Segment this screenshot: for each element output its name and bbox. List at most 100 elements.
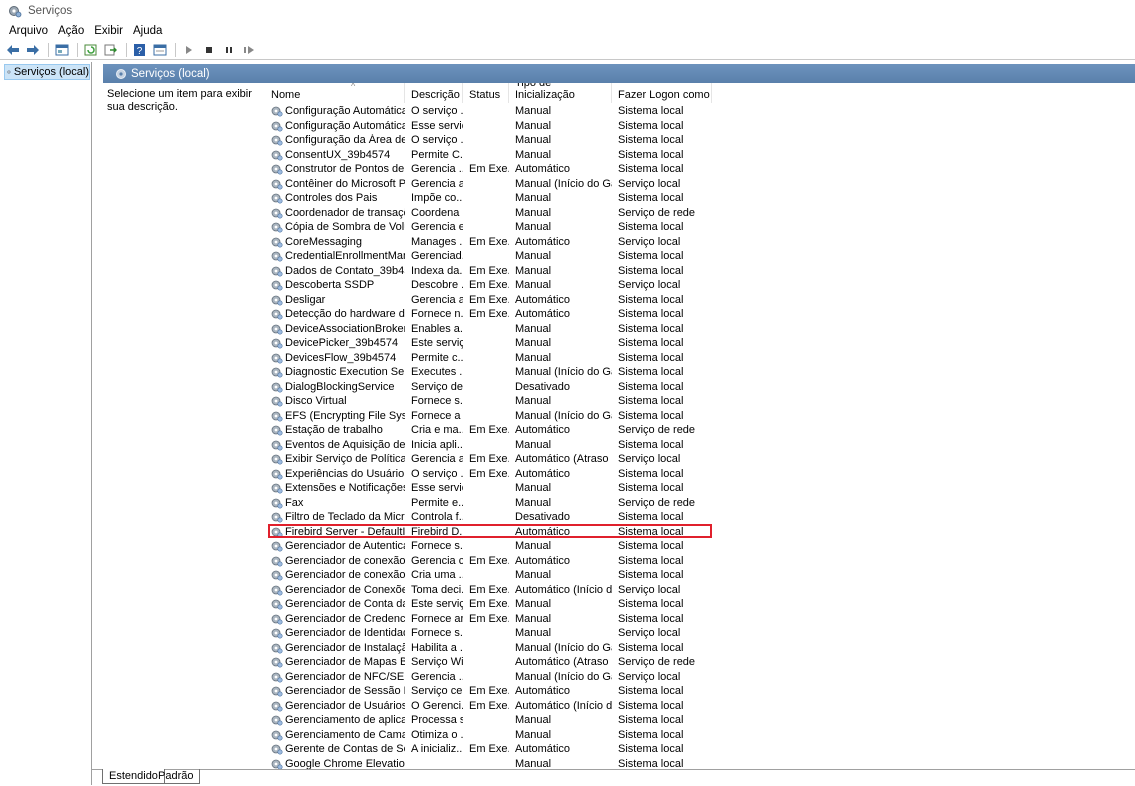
properties-icon[interactable] <box>151 42 169 58</box>
service-row[interactable]: Disco Virtual Fornece s... Manual Sistema l… <box>265 394 712 409</box>
service-description: Permite e... <box>411 496 463 509</box>
service-row[interactable]: DeviceAssociationBroker_39... Enables a..… <box>265 322 712 337</box>
service-row[interactable]: DialogBlockingService Serviço de... Desati… <box>265 380 712 395</box>
column-header-name[interactable]: ^ Nome <box>265 83 405 103</box>
service-row[interactable]: Gerenciador de Instalação d... Habilita a… <box>265 641 712 656</box>
tree-item-servicos-local[interactable]: Serviços (local) <box>4 64 90 80</box>
service-row[interactable]: Gerenciador de Mapas Baix... Serviço Wi..… <box>265 655 712 670</box>
service-row[interactable]: Descoberta SSDP Descobre ... Em Exe... Manu… <box>265 278 712 293</box>
service-row[interactable]: Configuração da Área de Tr... O serviço .… <box>265 133 712 148</box>
service-name: Gerenciador de Conexões d... <box>265 584 405 596</box>
service-description: Gerencia a... <box>411 453 463 466</box>
menu-acao[interactable]: Ação <box>53 25 89 37</box>
service-name-text: Disco Virtual <box>285 395 347 408</box>
service-row[interactable]: Dados de Contato_39b4574 Indexa da... Em E… <box>265 264 712 279</box>
service-row[interactable]: CoreMessaging Manages ... Em Exe... Automát… <box>265 235 712 250</box>
play-icon[interactable] <box>180 42 198 58</box>
service-row[interactable]: ConsentUX_39b4574 Permite C... Manual Siste… <box>265 148 712 163</box>
service-row[interactable]: Experiências do Usuário Co... O serviço .… <box>265 467 712 482</box>
service-name-text: Gerenciador de Usuários <box>285 699 405 712</box>
service-row[interactable]: Configuração Automática d... O serviço ..… <box>265 104 712 119</box>
service-row[interactable]: Gerente de Contas de Segur... A inicializ… <box>265 742 712 757</box>
back-icon[interactable] <box>4 42 22 58</box>
service-row[interactable]: Eventos de Aquisição de Im... Inicia apli… <box>265 438 712 453</box>
column-header-label: Status <box>469 89 501 101</box>
service-row[interactable]: Cópia de Sombra de Volume Gerencia e... Ma… <box>265 220 712 235</box>
pause-icon[interactable] <box>220 42 238 58</box>
service-logon-as: Sistema local <box>618 554 684 567</box>
service-startup-type: Manual <box>515 569 552 582</box>
service-logon-as: Sistema local <box>618 308 684 321</box>
service-row[interactable]: DevicesFlow_39b4574 Permite c... Manual Sis… <box>265 351 712 366</box>
service-row[interactable]: Gerenciador de NFC/SE e P... Gerencia ...… <box>265 670 712 685</box>
service-gear-icon <box>271 208 283 219</box>
service-row[interactable]: Gerenciador de conexão de ... Cria uma ..… <box>265 568 712 583</box>
menu-arquivo[interactable]: Arquivo <box>4 25 53 37</box>
service-logon-as: Sistema local <box>618 728 684 741</box>
column-header-logon-as[interactable]: Fazer Logon como <box>612 83 712 103</box>
column-header-label: Tipo de Inicialização <box>515 83 575 101</box>
stop-icon[interactable] <box>200 42 218 58</box>
service-name: Exibir Serviço de Política <box>265 453 405 465</box>
service-gear-icon <box>271 411 283 422</box>
services-header: Serviços (local) <box>103 64 1135 83</box>
service-row[interactable]: Construtor de Pontos de Ex... Gerencia ..… <box>265 162 712 177</box>
service-row[interactable]: CredentialEnrollmentMana... Gerenciad... M… <box>265 249 712 264</box>
service-row[interactable]: Gerenciador de Credenciais Fornece ar... E… <box>265 612 712 627</box>
service-gear-icon <box>271 628 283 639</box>
service-row[interactable]: EFS (Encrypting File System) Fornece a ..… <box>265 409 712 424</box>
service-row[interactable]: Gerenciador de Conta da W... Este serviç.… <box>265 597 712 612</box>
tab-padrao[interactable]: Padrão <box>152 769 201 784</box>
export-icon[interactable] <box>102 42 120 58</box>
service-row[interactable]: Gerenciador de Sessão Local Serviço ce...… <box>265 684 712 699</box>
service-row[interactable]: Configuração Automática d... Esse serviç.… <box>265 119 712 134</box>
column-header-description[interactable]: Descrição <box>405 83 463 103</box>
service-description: O serviço ... <box>411 134 463 147</box>
help-icon[interactable]: ? <box>131 42 149 58</box>
service-row[interactable]: Detecção do hardware do s... Fornece n...… <box>265 307 712 322</box>
service-logon-as: Serviço local <box>618 235 681 248</box>
service-row[interactable]: Gerenciamento de Camada... Otimiza o ... M… <box>265 728 712 743</box>
service-row[interactable]: Exibir Serviço de Política Gerencia a... E… <box>265 452 712 467</box>
menu-exibir[interactable]: Exibir <box>89 25 128 37</box>
service-gear-icon <box>271 237 283 248</box>
service-row[interactable]: DevicePicker_39b4574 Este serviç... Manual… <box>265 336 712 351</box>
service-name: Construtor de Pontos de Ex... <box>265 163 405 175</box>
service-description: Indexa da... <box>411 264 463 277</box>
service-gear-icon <box>271 556 283 567</box>
service-row[interactable]: Controles dos Pais Impõe co... Manual Siste… <box>265 191 712 206</box>
console-tree-icon[interactable] <box>53 42 71 58</box>
service-description: Coordena ... <box>411 206 463 219</box>
service-row[interactable]: Gerenciador de conexão de ... Gerencia c.… <box>265 554 712 569</box>
service-startup-type: Manual (Início do Ga... <box>515 409 612 422</box>
column-header-startup-type[interactable]: Tipo de Inicialização <box>509 83 612 103</box>
column-header-status[interactable]: Status <box>463 83 509 103</box>
service-row[interactable]: Extensões e Notificações da... Esse servi… <box>265 481 712 496</box>
service-row[interactable]: Gerenciador de Usuários O Gerenci... Em Ex… <box>265 699 712 714</box>
service-startup-type: Manual (Início do Ga... <box>515 177 612 190</box>
service-name-text: Configuração da Área de Tr... <box>285 134 405 147</box>
service-row[interactable]: Gerenciamento de aplicativo Processa s...… <box>265 713 712 728</box>
service-row[interactable]: Filtro de Teclado da Microsoft Controla f… <box>265 510 712 525</box>
service-row[interactable]: Estação de trabalho Cria e ma... Em Exe...… <box>265 423 712 438</box>
service-row[interactable]: Firebird Server - DefaultInst... Firebird… <box>265 523 712 540</box>
service-gear-icon <box>271 222 283 233</box>
menu-ajuda[interactable]: Ajuda <box>128 25 167 37</box>
forward-icon[interactable] <box>24 42 42 58</box>
service-row[interactable]: Contêiner do Microsoft Pas... Gerencia a.… <box>265 177 712 192</box>
service-startup-type: Automático <box>515 163 571 176</box>
service-row[interactable]: Fax Permite e... Manual Serviço de rede <box>265 496 712 511</box>
service-row[interactable]: Gerenciador de Autenticaçã... Fornece s..… <box>265 539 712 554</box>
service-row[interactable]: Gerenciador de Identidades ... Fornece s.… <box>265 626 712 641</box>
service-description: Fornece n... <box>411 308 463 321</box>
service-row[interactable]: Gerenciador de Conexões d... Toma deci...… <box>265 583 712 598</box>
service-row[interactable]: Coordenador de transações... Coordena ...… <box>265 206 712 221</box>
refresh-icon[interactable] <box>82 42 100 58</box>
service-row[interactable]: Diagnostic Execution Service Executes ...… <box>265 365 712 380</box>
resume-icon[interactable] <box>240 42 258 58</box>
service-row[interactable]: Desligar Gerencia a... Em Exe... Automático… <box>265 293 712 308</box>
service-row[interactable]: Google Chrome Elevation S... Manual Sistem… <box>265 757 712 769</box>
service-logon-as: Sistema local <box>618 612 684 625</box>
service-name-text: Diagnostic Execution Service <box>285 366 405 379</box>
service-name: Estação de trabalho <box>265 424 405 436</box>
